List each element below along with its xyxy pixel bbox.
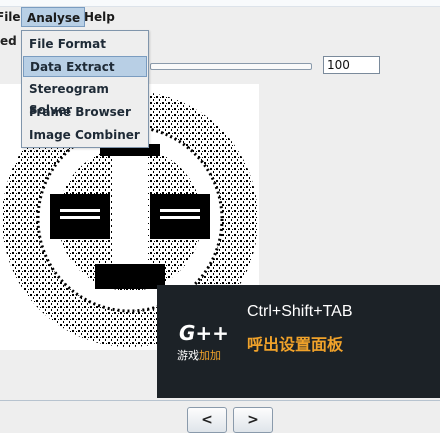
menu-help[interactable]: Help — [78, 7, 121, 27]
game-overlay-toast: G++ 游戏加加 Ctrl+Shift+TAB 呼出设置面板 — [157, 285, 440, 398]
overlay-action: 呼出设置面板 — [247, 335, 344, 354]
window-top-edge — [0, 0, 440, 7]
divider — [0, 400, 440, 401]
logo-caption-accent: 加加 — [199, 349, 221, 362]
menu-analyse[interactable]: Analyse — [21, 7, 85, 27]
gplusplus-logo-icon: G++ 游戏加加 — [177, 321, 233, 363]
previous-button[interactable]: < — [187, 407, 227, 433]
logo-caption: 游戏加加 — [177, 347, 221, 363]
menu-bar: File Analyse Help — [0, 0, 440, 34]
menu-item-image-combiner[interactable]: Image Combiner — [23, 125, 147, 146]
logo-caption-prefix: 游戏 — [177, 349, 199, 362]
menu-item-stereogram-solver[interactable]: Stereogram Solver — [23, 79, 147, 117]
overlay-shortcut: Ctrl+Shift+TAB — [247, 303, 353, 320]
next-button[interactable]: > — [233, 407, 273, 433]
value-slider[interactable] — [150, 63, 312, 70]
analyse-dropdown-menu: File Format Data Extract Stereogram Solv… — [21, 30, 149, 148]
logo-text: G++ — [179, 321, 229, 345]
menu-item-file-format[interactable]: File Format — [23, 34, 147, 55]
menu-item-data-extract[interactable]: Data Extract — [23, 56, 147, 77]
value-field[interactable]: 100 — [323, 56, 380, 74]
menu-item-frame-browser[interactable]: Frame Browser — [23, 102, 147, 123]
